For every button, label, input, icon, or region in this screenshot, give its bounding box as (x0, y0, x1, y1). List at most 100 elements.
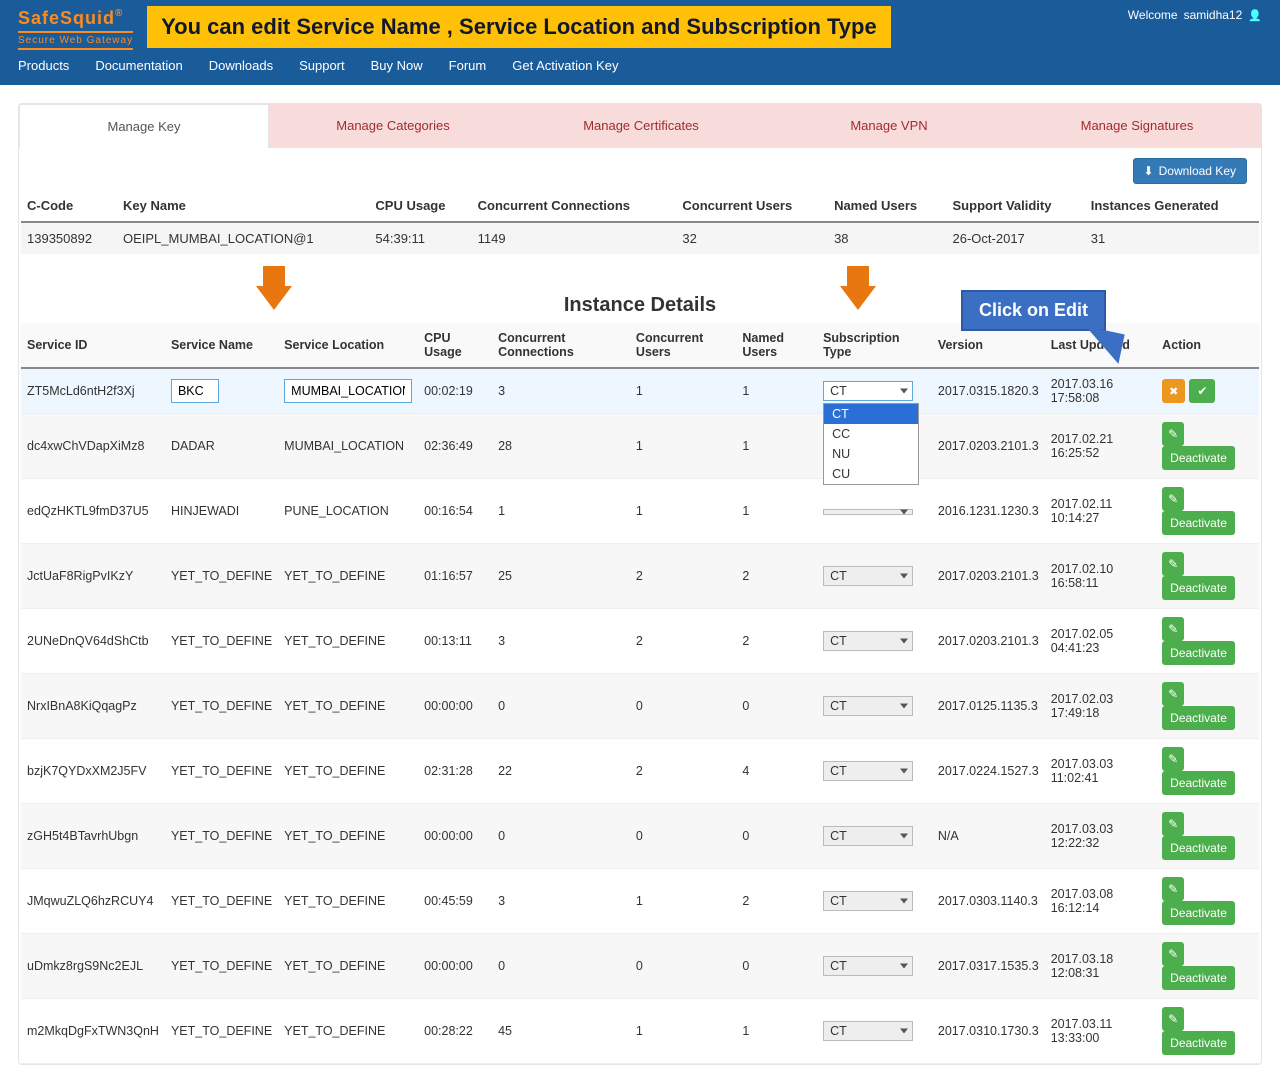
chevron-down-icon (900, 834, 908, 839)
named-users: 2 (736, 544, 817, 609)
concurrent-connections: 1 (492, 479, 630, 544)
service-location-input[interactable] (284, 379, 412, 403)
download-key-button[interactable]: Download Key (1133, 158, 1247, 184)
cpu-usage: 00:00:00 (418, 934, 492, 999)
nav-downloads[interactable]: Downloads (209, 58, 273, 73)
concurrent-users: 1 (630, 869, 736, 934)
deactivate-button[interactable]: Deactivate (1162, 576, 1235, 600)
deactivate-button[interactable]: Deactivate (1162, 511, 1235, 535)
deactivate-button[interactable]: Deactivate (1162, 1031, 1235, 1055)
nav-documentation[interactable]: Documentation (95, 58, 182, 73)
user-icon (1248, 8, 1262, 22)
cpu-usage: 00:00:00 (418, 674, 492, 739)
service-name-input[interactable] (171, 379, 219, 403)
named-users: 1 (736, 479, 817, 544)
close-icon (1169, 384, 1178, 398)
col-service-name: Service Name (165, 323, 278, 368)
service-id: bzjK7QYDxXM2J5FV (21, 739, 165, 804)
deactivate-button[interactable]: Deactivate (1162, 771, 1235, 795)
cpu-usage: 02:36:49 (418, 414, 492, 479)
pencil-icon (1168, 557, 1178, 571)
concurrent-connections: 3 (492, 368, 630, 414)
edit-button[interactable] (1162, 747, 1184, 771)
deactivate-button[interactable]: Deactivate (1162, 641, 1235, 665)
version: 2017.0125.1135.3 (932, 674, 1045, 739)
concurrent-connections: 45 (492, 999, 630, 1064)
col-cpu-usage: CPU Usage (418, 323, 492, 368)
subscription-select[interactable]: CT (823, 826, 913, 846)
dropdown-option[interactable]: CT (824, 404, 918, 424)
chevron-down-icon (900, 964, 908, 969)
banner-message: You can edit Service Name , Service Loca… (147, 6, 891, 48)
named-users: 1 (736, 414, 817, 479)
instances: 31 (1085, 222, 1259, 254)
subscription-select[interactable]: CT (823, 891, 913, 911)
version: 2017.0224.1527.3 (932, 739, 1045, 804)
cpu: 54:39:11 (369, 222, 471, 254)
edit-button[interactable] (1162, 1007, 1184, 1031)
pencil-icon (1168, 947, 1178, 961)
pencil-icon (1168, 687, 1178, 701)
tab-manage-categories[interactable]: Manage Categories (269, 104, 517, 147)
pencil-icon (1168, 817, 1178, 831)
dropdown-option[interactable]: CU (824, 464, 918, 484)
subscription-select[interactable]: CT (823, 761, 913, 781)
tab-manage-signatures[interactable]: Manage Signatures (1013, 104, 1261, 147)
subscription-select[interactable]: CT (823, 956, 913, 976)
subscription-select[interactable]: CT (823, 566, 913, 586)
concurrent-connections: 0 (492, 934, 630, 999)
edit-button[interactable] (1162, 682, 1184, 706)
nav-buy-now[interactable]: Buy Now (371, 58, 423, 73)
concurrent-connections: 25 (492, 544, 630, 609)
concurrent-connections: 3 (492, 869, 630, 934)
edit-button[interactable] (1162, 877, 1184, 901)
tab-manage-vpn[interactable]: Manage VPN (765, 104, 1013, 147)
logo[interactable]: SafeSquid® Secure Web Gateway (18, 6, 133, 50)
deactivate-button[interactable]: Deactivate (1162, 836, 1235, 860)
named-users: 1 (736, 999, 817, 1064)
confirm-edit-button[interactable] (1189, 379, 1215, 403)
subscription-select[interactable]: CT (823, 381, 913, 401)
nav-forum[interactable]: Forum (449, 58, 487, 73)
col-action: Action (1156, 323, 1259, 368)
welcome-block[interactable]: Welcome samidha12 (1128, 8, 1262, 22)
deactivate-button[interactable]: Deactivate (1162, 901, 1235, 925)
cancel-edit-button[interactable] (1162, 379, 1185, 403)
last-updated: 2017.02.05 04:41:23 (1045, 609, 1156, 674)
deactivate-button[interactable]: Deactivate (1162, 706, 1235, 730)
named-users: 1 (736, 368, 817, 414)
validity: 26-Oct-2017 (947, 222, 1085, 254)
table-row: JMqwuZLQ6hzRCUY4 YET_TO_DEFINE YET_TO_DE… (21, 869, 1259, 934)
edit-button[interactable] (1162, 487, 1184, 511)
service-id: uDmkz8rgS9Nc2EJL (21, 934, 165, 999)
service-name: YET_TO_DEFINE (171, 959, 272, 973)
deactivate-button[interactable]: Deactivate (1162, 966, 1235, 990)
edit-button[interactable] (1162, 617, 1184, 641)
last-updated: 2017.03.03 11:02:41 (1045, 739, 1156, 804)
concurrent-users: 2 (630, 609, 736, 674)
dropdown-option[interactable]: CC (824, 424, 918, 444)
edit-button[interactable] (1162, 812, 1184, 836)
tab-manage-certificates[interactable]: Manage Certificates (517, 104, 765, 147)
edit-button[interactable] (1162, 552, 1184, 576)
edit-button[interactable] (1162, 422, 1184, 446)
service-name: YET_TO_DEFINE (171, 699, 272, 713)
dropdown-option[interactable]: NU (824, 444, 918, 464)
subscription-select[interactable]: CT (823, 631, 913, 651)
subscription-select[interactable]: CT (823, 696, 913, 716)
tab-manage-key[interactable]: Manage Key (19, 104, 269, 148)
subscription-select[interactable]: CT (823, 1021, 913, 1041)
table-row: m2MkqDgFxTWN3QnH YET_TO_DEFINE YET_TO_DE… (21, 999, 1259, 1064)
nav-support[interactable]: Support (299, 58, 345, 73)
deactivate-button[interactable]: Deactivate (1162, 446, 1235, 470)
service-id: m2MkqDgFxTWN3QnH (21, 999, 165, 1064)
concurrent-users: 0 (630, 804, 736, 869)
nav-activation-key[interactable]: Get Activation Key (512, 58, 618, 73)
table-row: bzjK7QYDxXM2J5FV YET_TO_DEFINE YET_TO_DE… (21, 739, 1259, 804)
cpu-usage: 00:02:19 (418, 368, 492, 414)
ccode: 139350892 (21, 222, 117, 254)
service-name: YET_TO_DEFINE (171, 1024, 272, 1038)
nav-products[interactable]: Products (18, 58, 69, 73)
subscription-select[interactable] (823, 509, 913, 515)
edit-button[interactable] (1162, 942, 1184, 966)
